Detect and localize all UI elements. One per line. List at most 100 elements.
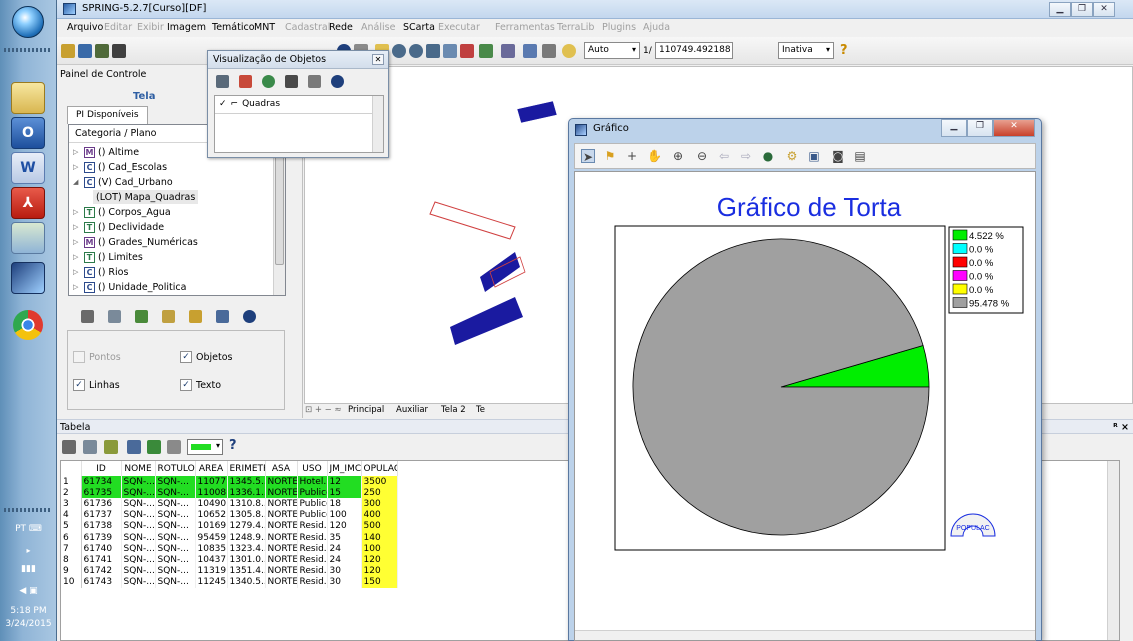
table-cell[interactable]: NORTE [265, 565, 298, 577]
grafico-close-button[interactable]: ✕ [993, 119, 1035, 137]
back-icon[interactable] [443, 44, 457, 58]
table-cell[interactable]: 120 [361, 554, 398, 566]
row-number[interactable]: 7 [61, 543, 82, 555]
table-cell[interactable]: NORTE [265, 520, 298, 532]
checkmark-icon[interactable]: ✓ [219, 99, 227, 109]
table-cell[interactable]: 12 [327, 476, 362, 488]
row-number[interactable]: 5 [61, 520, 82, 532]
table-cell[interactable]: SQN-... [121, 520, 156, 532]
network-icon[interactable] [11, 222, 45, 254]
tab-auxiliar[interactable]: Auxiliar [396, 405, 428, 415]
menu-item-arquivo[interactable]: Arquivo [67, 22, 103, 33]
table-row[interactable]: 961742SQN-...SQN-...11319...1351.4...NOR… [61, 565, 398, 577]
table-cell[interactable]: SQN-... [155, 554, 196, 566]
table-cell[interactable]: NORTE [265, 543, 298, 555]
row-number[interactable]: 10 [61, 576, 82, 588]
menu-item-executar[interactable]: Executar [438, 22, 480, 33]
row-number[interactable]: 8 [61, 554, 82, 566]
table-cell[interactable]: NORTE [265, 531, 298, 544]
layers-icon[interactable] [95, 44, 109, 58]
table-cell[interactable]: 11077... [195, 476, 228, 488]
style-icon[interactable] [135, 310, 148, 323]
table-cell[interactable]: Publico [297, 498, 328, 510]
pontos-checkbox[interactable]: Pontos [73, 351, 121, 363]
texto-checkbox[interactable]: ✓ Texto [180, 379, 221, 391]
table-cell[interactable]: 11319... [195, 565, 228, 577]
table-cell[interactable]: SQN-... [121, 509, 156, 521]
vis-help-icon[interactable] [331, 75, 344, 88]
table-cell[interactable]: 120 [327, 520, 362, 532]
table-row[interactable]: 561738SQN-...SQN-...10169...1279.4...NOR… [61, 520, 398, 532]
expanded-arrow-icon[interactable]: ◢ [73, 178, 81, 186]
table-cell[interactable]: SQN-... [155, 476, 196, 488]
table-cell[interactable]: SQN-... [121, 565, 156, 577]
table-cell[interactable]: 11245... [195, 576, 228, 588]
tab-tela-2[interactable]: Tela 2 [441, 405, 466, 415]
quadras-item[interactable]: ✓ ⌐ Quadras [219, 99, 280, 109]
column-header[interactable]: ROTULO [155, 461, 196, 476]
table-cell[interactable]: 300 [361, 498, 398, 510]
table-cell[interactable]: Publico [297, 487, 328, 499]
table-scrollbar[interactable] [1107, 461, 1119, 640]
menu-item-anlise[interactable]: Análise [361, 22, 395, 33]
table-cell[interactable]: 11008... [195, 487, 228, 499]
visualizacao-title-bar[interactable]: Visualização de Objetos ✕ [208, 51, 388, 69]
language-indicator[interactable]: PT ⌨ [0, 524, 57, 534]
chart-icon[interactable] [162, 310, 175, 323]
screen-icon[interactable] [523, 44, 537, 58]
table-row[interactable]: 261735SQN-...SQN-...11008...1336.1...NOR… [61, 487, 398, 499]
outlook-icon[interactable]: O [11, 117, 45, 149]
row-number[interactable]: 6 [61, 531, 82, 544]
zoom-out-icon[interactable] [409, 44, 423, 58]
question-icon[interactable]: ? [840, 43, 848, 58]
columns-icon[interactable] [83, 440, 97, 454]
tree-item[interactable]: (LOT) Mapa_Quadras [93, 190, 199, 204]
row-number[interactable]: 2 [61, 487, 82, 499]
clock-time[interactable]: 5:18 PM [0, 606, 57, 616]
select-icon[interactable] [62, 440, 76, 454]
table-cell[interactable]: 100 [361, 543, 398, 555]
table-cell[interactable]: 1248.9... [227, 531, 266, 544]
zoom-in-icon[interactable]: ⊕ [671, 149, 685, 163]
save-chart-icon[interactable]: ▣ [807, 149, 821, 163]
table-cell[interactable]: NORTE [265, 487, 298, 499]
paint-icon[interactable] [239, 75, 252, 88]
table-view-icon[interactable] [127, 440, 141, 454]
table-cell[interactable]: 120 [361, 565, 398, 577]
table-cell[interactable]: SQN-... [155, 576, 196, 588]
table-cell[interactable]: 61739 [81, 531, 122, 544]
table-cell[interactable]: 10652... [195, 509, 228, 521]
column-header[interactable]: USO [297, 461, 328, 476]
title-bar[interactable]: SPRING-5.2.7[Curso][DF] ▁ ❐ ✕ [57, 0, 1133, 19]
zoom-in-icon[interactable] [392, 44, 406, 58]
menu-item-ferramentas[interactable]: Ferramentas [495, 22, 555, 33]
column-header[interactable]: JM_IMC [327, 461, 362, 476]
grid-view-icon[interactable] [285, 75, 298, 88]
collapsed-arrow-icon[interactable]: ▷ [73, 238, 81, 246]
table-cell[interactable]: 1336.1... [227, 487, 266, 499]
zoom-select-icon[interactable] [501, 44, 515, 58]
back-arrow-icon[interactable]: ⇦ [717, 149, 731, 163]
cursor-plus-icon[interactable] [542, 44, 556, 58]
tree-item[interactable]: ▷ M() Altime [73, 145, 139, 159]
table-row[interactable]: 761740SQN-...SQN-...10835...1323.4...NOR… [61, 543, 398, 555]
collapsed-arrow-icon[interactable]: ▷ [73, 268, 81, 276]
pie-icon[interactable] [262, 75, 275, 88]
table-cell[interactable]: NORTE [265, 576, 298, 588]
table-cell[interactable]: NORTE [265, 509, 298, 521]
forward-arrow-icon[interactable]: ⇨ [739, 149, 753, 163]
column-header[interactable]: ASA [265, 461, 298, 476]
clock-date[interactable]: 3/24/2015 [0, 619, 57, 629]
collapsed-arrow-icon[interactable]: ▷ [73, 148, 81, 156]
zoom-mode-select[interactable]: Auto ▾ [584, 42, 640, 59]
objetos-checkbox[interactable]: ✓ Objetos [180, 351, 232, 363]
collapsed-arrow-icon[interactable]: ▷ [73, 163, 81, 171]
refresh-icon[interactable] [308, 75, 321, 88]
table-cell[interactable]: SQN-... [121, 498, 156, 510]
table-cell[interactable]: 1340.5... [227, 576, 266, 588]
table-cell[interactable]: 61735 [81, 487, 122, 499]
display-icon[interactable] [479, 44, 493, 58]
grafico-minimize-button[interactable]: ▁ [941, 119, 967, 137]
table-cell[interactable]: 35 [327, 531, 362, 544]
canvas-tab-controls[interactable]: ⊡ + − ≈ [305, 405, 342, 415]
